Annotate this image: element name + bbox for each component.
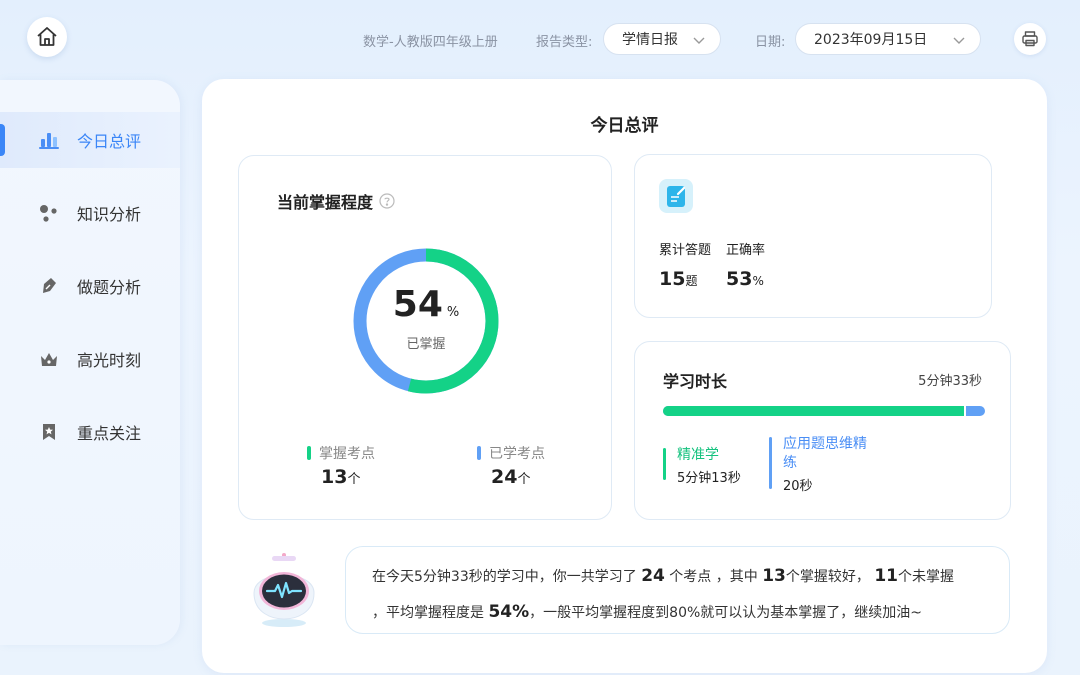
summary-text-box: 在今天5分钟33秒的学习中，你一共学习了 24 个考点 ，其中 13个掌握较好，… bbox=[345, 546, 1010, 634]
mastery-percent: 54% bbox=[392, 283, 460, 325]
summary-text: 个考点 ，其中 bbox=[664, 569, 758, 585]
main-panel: 今日总评 当前掌握程度 54% 已掌握 掌握考点 13个 已学考点 24个 累计… bbox=[202, 79, 1047, 673]
summary-number: 13 bbox=[762, 566, 786, 586]
total-answers-number: 15 bbox=[659, 268, 686, 290]
summary-text: 个掌握较好， bbox=[785, 569, 870, 585]
mastery-title: 当前掌握程度 bbox=[277, 189, 395, 213]
sidebar-item-label: 知识分析 bbox=[77, 205, 142, 224]
robot-mascot-icon bbox=[253, 553, 315, 627]
accuracy-label: 正确率 bbox=[726, 243, 766, 258]
summary-number: 54% bbox=[488, 602, 530, 622]
chevron-down-icon bbox=[693, 37, 705, 44]
print-button[interactable] bbox=[1014, 23, 1046, 55]
duration-item-value: 20秒 bbox=[783, 479, 813, 494]
mastery-card: 当前掌握程度 54% 已掌握 掌握考点 13个 已学考点 24个 bbox=[238, 155, 612, 520]
molecule-icon bbox=[38, 202, 60, 224]
accuracy-unit: % bbox=[752, 274, 764, 288]
legend-learned-value: 24 bbox=[491, 466, 518, 488]
summary-text: 个未掌握 bbox=[898, 569, 955, 585]
donut-center: 54% 已掌握 bbox=[351, 246, 501, 396]
mastery-subtitle: 已掌握 bbox=[406, 336, 446, 352]
unit-label: 个 bbox=[347, 472, 361, 487]
top-bar: 数学-人教版四年级上册 报告类型: 学情日报 日期: 2023年09月15日 bbox=[0, 22, 1080, 56]
legend-learned-label: 已学考点 bbox=[489, 446, 545, 462]
duration-title: 学习时长 bbox=[663, 372, 728, 391]
sidebar-item-highlights[interactable]: 高光时刻 bbox=[0, 331, 180, 387]
total-answers-value: 15题 bbox=[659, 268, 697, 290]
summary-text: ，一般平均掌握程度到80%就可以认为基本掌握了，继续加油~ bbox=[529, 605, 923, 621]
chevron-down-icon bbox=[953, 37, 965, 44]
date-select[interactable]: 2023年09月15日 bbox=[795, 23, 981, 55]
crown-icon bbox=[38, 348, 60, 370]
bar-chart-icon bbox=[38, 129, 60, 151]
duration-item-value: 5分钟13秒 bbox=[677, 471, 741, 486]
total-answers-label: 累计答题 bbox=[659, 243, 712, 258]
duration-item-precise: 精准学 5分钟13秒 bbox=[663, 446, 741, 486]
legend-mastered-value: 13 bbox=[321, 466, 348, 488]
sidebar-item-label: 今日总评 bbox=[77, 132, 142, 151]
printer-icon bbox=[1022, 31, 1038, 47]
report-type-label: 报告类型: bbox=[536, 35, 593, 50]
accuracy-value: 53% bbox=[726, 268, 764, 290]
summary-number: 11 bbox=[874, 566, 899, 586]
duration-item-word-problem: 应用题思维精练 20秒 bbox=[769, 435, 869, 494]
duration-item-name: 精准学 bbox=[677, 447, 719, 463]
mastery-title-text: 当前掌握程度 bbox=[277, 193, 374, 212]
help-icon[interactable] bbox=[379, 193, 395, 209]
bookmark-star-icon bbox=[38, 421, 60, 443]
sidebar-item-daily-review[interactable]: 今日总评 bbox=[0, 112, 180, 168]
date-label: 日期: bbox=[755, 35, 786, 50]
page-title: 今日总评 bbox=[590, 116, 659, 136]
sidebar: 今日总评 知识分析 做题分析 高光时刻 重点关注 bbox=[0, 80, 180, 645]
legend-learned: 已学考点 24个 bbox=[477, 443, 545, 488]
duration-segment-precise bbox=[663, 406, 966, 416]
duration-progress-bar bbox=[663, 406, 985, 416]
duration-card: 学习时长 5分钟33秒 精准学 5分钟13秒 应用题思维精练 20秒 bbox=[634, 341, 1011, 520]
total-answers-unit: 题 bbox=[685, 274, 698, 288]
pencil-icon bbox=[38, 275, 60, 297]
sidebar-item-exercise-analysis[interactable]: 做题分析 bbox=[0, 258, 180, 314]
mastery-percent-value: 54 bbox=[392, 283, 443, 325]
legend-swatch-blue bbox=[477, 446, 481, 460]
duration-item-marker bbox=[769, 437, 772, 489]
report-type-value: 学情日报 bbox=[622, 32, 678, 48]
duration-item-marker bbox=[663, 448, 666, 480]
sidebar-item-knowledge-analysis[interactable]: 知识分析 bbox=[0, 185, 180, 241]
sidebar-item-label: 高光时刻 bbox=[77, 351, 142, 370]
summary-text: ，平均掌握程度是 bbox=[372, 605, 484, 621]
unit-label: 个 bbox=[517, 472, 531, 487]
legend-mastered: 掌握考点 13个 bbox=[307, 443, 375, 488]
answers-card: 累计答题 正确率 15题 53% bbox=[634, 154, 992, 318]
sidebar-item-key-focus[interactable]: 重点关注 bbox=[0, 404, 180, 460]
legend-mastered-label: 掌握考点 bbox=[319, 446, 375, 462]
sidebar-item-label: 重点关注 bbox=[77, 424, 142, 443]
date-value: 2023年09月15日 bbox=[814, 32, 928, 48]
duration-total: 5分钟33秒 bbox=[918, 374, 982, 389]
sidebar-item-label: 做题分析 bbox=[77, 278, 142, 297]
summary-text: 在今天5分钟33秒的学习中，你一共学习了 bbox=[372, 569, 637, 585]
report-type-select[interactable]: 学情日报 bbox=[603, 23, 721, 55]
mastery-percent-unit: % bbox=[446, 304, 460, 320]
summary-number: 24 bbox=[641, 566, 665, 586]
notepad-edit-icon bbox=[659, 179, 693, 213]
subject-label: 数学-人教版四年级上册 bbox=[363, 35, 498, 50]
duration-item-name: 应用题思维精练 bbox=[783, 436, 867, 471]
accuracy-number: 53 bbox=[726, 268, 753, 290]
legend-swatch-green bbox=[307, 446, 311, 460]
